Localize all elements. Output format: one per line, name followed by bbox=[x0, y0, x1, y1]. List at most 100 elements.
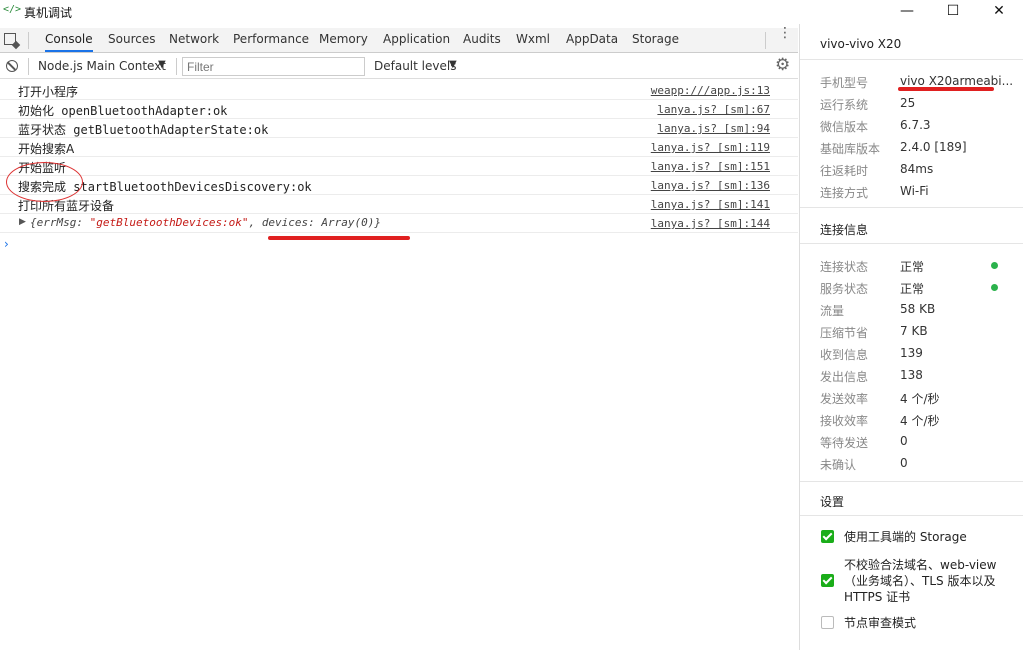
annotation-underline bbox=[268, 236, 410, 240]
devtools-tabbar: Console Sources Network Performance Memo… bbox=[0, 26, 798, 53]
info-label: 手机型号 bbox=[820, 76, 869, 90]
obj-open: {errMsg: bbox=[30, 216, 90, 229]
device-title: vivo-vivo X20 bbox=[820, 37, 902, 51]
info-label: 运行系统 bbox=[820, 98, 869, 112]
more-options-icon[interactable]: ⋮ bbox=[778, 26, 792, 40]
divider bbox=[800, 59, 1023, 60]
tab-network[interactable]: Network bbox=[169, 28, 219, 52]
device-panel: vivo-vivo X20 手机型号 vivo X20armeabi... 运行… bbox=[799, 24, 1023, 650]
expand-arrow-icon[interactable]: ▶ bbox=[19, 217, 26, 227]
tab-performance[interactable]: Performance bbox=[233, 28, 309, 52]
log-row-object[interactable]: ▶ {errMsg: "getBluetoothDevices:ok", dev… bbox=[0, 214, 798, 233]
tab-audits[interactable]: Audits bbox=[463, 28, 501, 52]
divider bbox=[176, 58, 177, 75]
tab-memory[interactable]: Memory bbox=[319, 28, 368, 52]
log-source-link[interactable]: lanya.js? [sm]:94 bbox=[657, 122, 770, 135]
conn-value: 58 KB bbox=[900, 302, 936, 316]
obj-separator: , bbox=[248, 216, 262, 229]
tab-console[interactable]: Console bbox=[45, 28, 93, 52]
tab-appdata[interactable]: AppData bbox=[566, 28, 618, 52]
console-prompt[interactable]: › bbox=[4, 237, 9, 251]
log-text: 开始搜索A bbox=[18, 142, 75, 156]
divider bbox=[800, 481, 1023, 482]
status-ok-dot-icon bbox=[991, 262, 998, 269]
log-text: 蓝牙状态 bbox=[18, 123, 67, 137]
divider bbox=[28, 32, 29, 49]
log-levels-select[interactable]: Default levels bbox=[374, 59, 456, 73]
context-select[interactable]: Node.js Main Context bbox=[38, 59, 166, 73]
connection-section-title: 连接信息 bbox=[820, 223, 869, 237]
log-source-link[interactable]: lanya.js? [sm]:67 bbox=[657, 103, 770, 116]
annotation-underline bbox=[898, 87, 994, 91]
conn-label: 压缩节省 bbox=[820, 326, 869, 340]
log-source-link[interactable]: weapp:///app.js:13 bbox=[651, 84, 770, 97]
info-value: 25 bbox=[900, 96, 916, 110]
obj-rest: : Array(0)} bbox=[308, 216, 382, 229]
conn-label: 服务状态 bbox=[820, 282, 869, 296]
inspect-element-icon[interactable] bbox=[4, 33, 16, 45]
storage-checkbox[interactable] bbox=[821, 530, 834, 543]
gear-icon[interactable]: ⚙ bbox=[775, 56, 790, 74]
log-row: 开始搜索A lanya.js? [sm]:119 bbox=[0, 138, 798, 157]
conn-label: 发送效率 bbox=[820, 392, 869, 406]
annotation-circle bbox=[6, 162, 83, 202]
filter-input[interactable] bbox=[182, 57, 365, 76]
tab-wxml[interactable]: Wxml bbox=[516, 28, 550, 52]
node-inspect-checkbox[interactable] bbox=[821, 616, 834, 629]
clear-console-icon[interactable] bbox=[6, 60, 18, 72]
info-value: vivo X20armeabi... bbox=[900, 74, 1014, 88]
info-value: Wi-Fi bbox=[900, 184, 929, 198]
conn-value: 138 bbox=[900, 368, 923, 382]
log-row: 初始化 openBluetoothAdapter:ok lanya.js? [s… bbox=[0, 100, 798, 119]
console-toolbar: Node.js Main Context ▼ Default levels ▼ … bbox=[0, 54, 798, 79]
log-row: 蓝牙状态 getBluetoothAdapterState:ok lanya.j… bbox=[0, 119, 798, 138]
log-source-link[interactable]: lanya.js? [sm]:119 bbox=[651, 141, 770, 154]
log-object[interactable]: {errMsg: "getBluetoothDevices:ok", devic… bbox=[30, 216, 381, 229]
log-source-link[interactable]: lanya.js? [sm]:136 bbox=[651, 179, 770, 192]
tab-application[interactable]: Application bbox=[383, 28, 450, 52]
info-value: 2.4.0 [189] bbox=[900, 140, 967, 154]
skip-domain-check-label[interactable]: 不校验合法域名、web-view（业务域名）、TLS 版本以及 HTTPS 证书 bbox=[844, 557, 1006, 605]
log-code: startBluetoothDevicesDiscovery:ok bbox=[66, 180, 312, 194]
tab-sources[interactable]: Sources bbox=[108, 28, 155, 52]
devtools-panel: Console Sources Network Performance Memo… bbox=[0, 24, 798, 650]
log-source-link[interactable]: lanya.js? [sm]:141 bbox=[651, 198, 770, 211]
log-source-link[interactable]: lanya.js? [sm]:144 bbox=[651, 217, 770, 230]
conn-label: 发出信息 bbox=[820, 370, 869, 384]
maximize-button[interactable]: ☐ bbox=[930, 0, 976, 24]
divider bbox=[800, 243, 1023, 244]
divider bbox=[28, 58, 29, 75]
log-source-link[interactable]: lanya.js? [sm]:151 bbox=[651, 160, 770, 173]
log-row: 打开小程序 weapp:///app.js:13 bbox=[0, 81, 798, 100]
tab-storage[interactable]: Storage bbox=[632, 28, 679, 52]
conn-value: 0 bbox=[900, 434, 908, 448]
window-title: 真机调试 bbox=[24, 6, 73, 20]
chevron-down-icon[interactable]: ▼ bbox=[449, 59, 457, 70]
divider bbox=[800, 207, 1023, 208]
conn-label: 收到信息 bbox=[820, 348, 869, 362]
log-row: 搜索完成 startBluetoothDevicesDiscovery:ok l… bbox=[0, 176, 798, 195]
conn-value: 正常 bbox=[900, 282, 925, 296]
log-code: getBluetoothAdapterState:ok bbox=[66, 123, 269, 137]
log-row: 开始监听 lanya.js? [sm]:151 bbox=[0, 157, 798, 176]
log-message: 开始搜索A bbox=[18, 140, 74, 157]
conn-label: 等待发送 bbox=[820, 436, 869, 450]
info-label: 连接方式 bbox=[820, 186, 869, 200]
skip-domain-check-checkbox[interactable] bbox=[821, 574, 834, 587]
log-text: 打开小程序 bbox=[18, 85, 79, 99]
conn-label: 接收效率 bbox=[820, 414, 869, 428]
settings-section-title: 设置 bbox=[820, 495, 845, 509]
minimize-button[interactable]: — bbox=[884, 0, 930, 24]
node-inspect-label[interactable]: 节点审查模式 bbox=[844, 615, 1006, 631]
log-message: 蓝牙状态 getBluetoothAdapterState:ok bbox=[18, 121, 268, 138]
close-button[interactable]: ✕ bbox=[976, 0, 1022, 24]
conn-value: 7 KB bbox=[900, 324, 928, 338]
chevron-down-icon[interactable]: ▼ bbox=[158, 59, 166, 70]
conn-label: 未确认 bbox=[820, 458, 857, 472]
divider bbox=[800, 515, 1023, 516]
storage-option-label[interactable]: 使用工具端的 Storage bbox=[844, 529, 1006, 545]
info-label: 基础库版本 bbox=[820, 142, 881, 156]
conn-value: 139 bbox=[900, 346, 923, 360]
log-message: 初始化 openBluetoothAdapter:ok bbox=[18, 102, 227, 119]
log-code: openBluetoothAdapter:ok bbox=[54, 104, 228, 118]
